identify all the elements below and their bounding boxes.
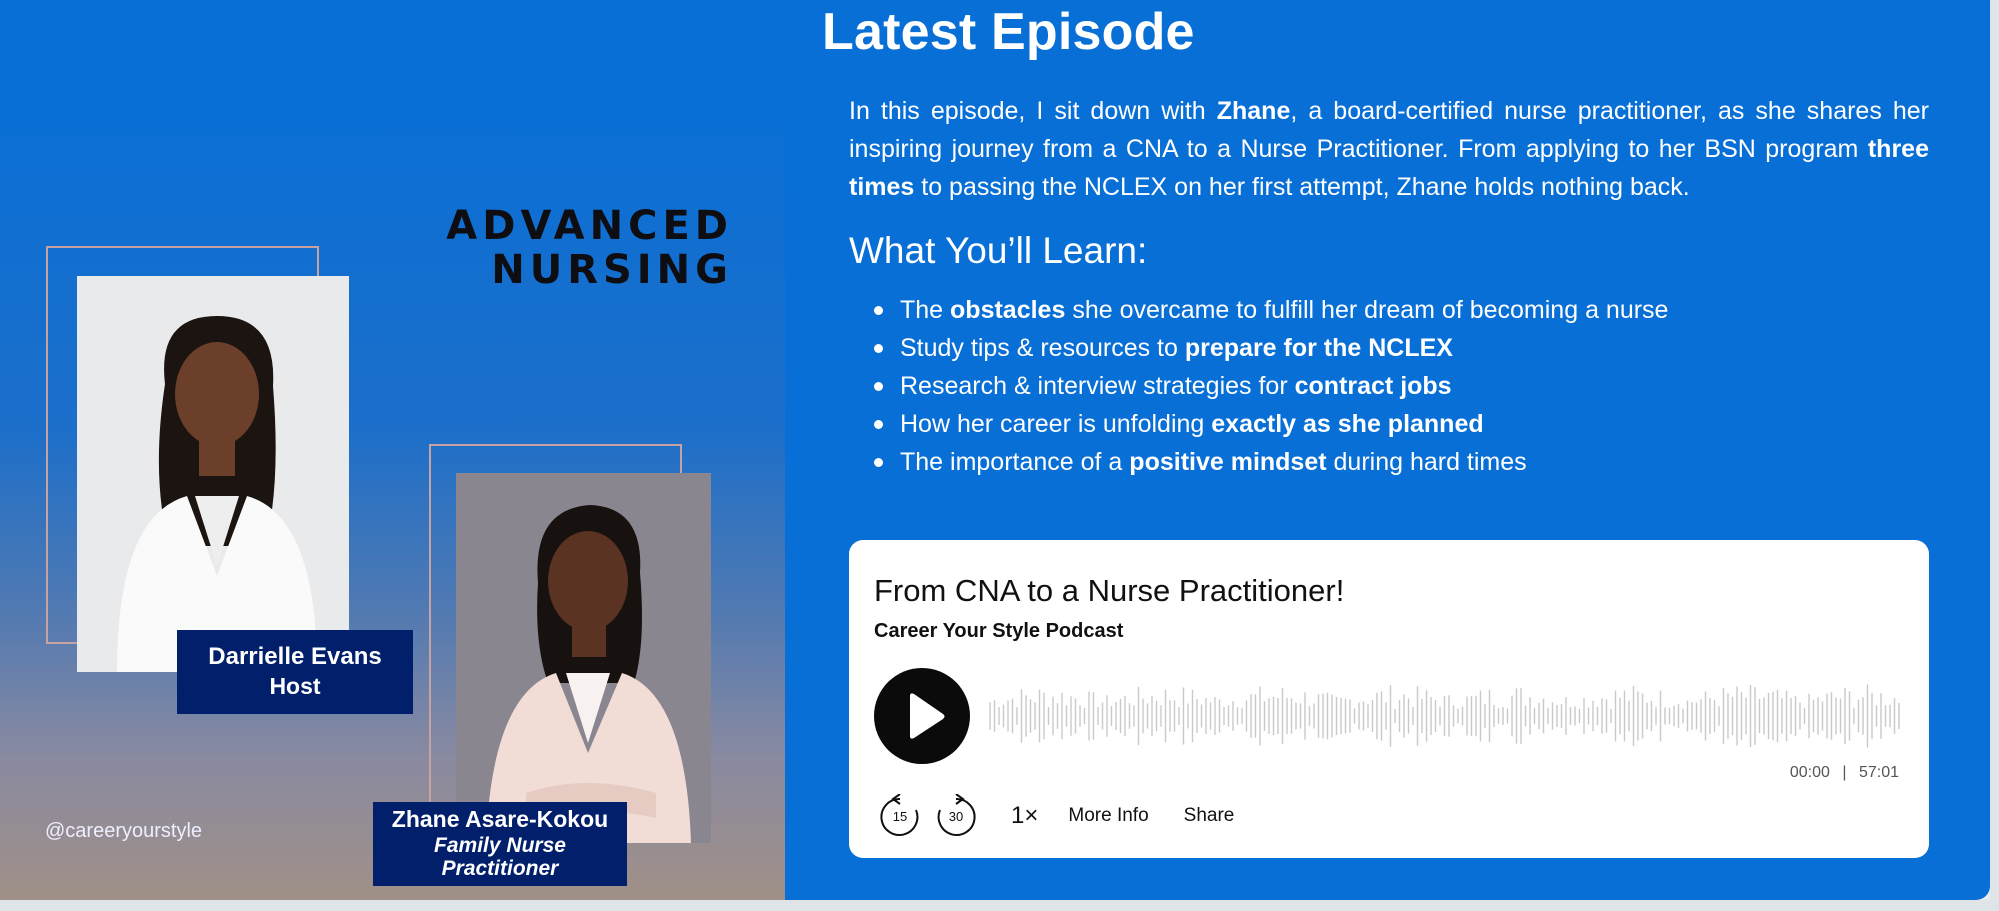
episode-artwork: ADVANCED NURSING Darrielle Evans Host Zh… xyxy=(0,122,785,900)
episode-title: From CNA to a Nurse Practitioner! xyxy=(874,573,1345,608)
learn-item-bold: obstacles xyxy=(950,296,1066,324)
time-separator: | xyxy=(1842,764,1847,781)
description-text-1: In this episode, I sit down with xyxy=(849,97,1217,125)
learn-item: The obstacles she overcame to fulfill he… xyxy=(873,291,1669,329)
learn-item-bold: positive mindset xyxy=(1129,448,1327,476)
artwork-title-line2: NURSING xyxy=(491,247,733,293)
learn-item-text: Study tips & resources to xyxy=(900,334,1185,362)
time-display: 00:00 | 57:01 xyxy=(1790,764,1899,782)
time-current: 00:00 xyxy=(1789,764,1830,781)
guest-role-line1: Family Nurse xyxy=(434,834,566,857)
learn-item-bold: contract jobs xyxy=(1294,372,1452,400)
learn-item: Research & interview strategies for cont… xyxy=(873,367,1668,405)
time-total: 57:01 xyxy=(1858,764,1899,781)
artwork-title: ADVANCED NURSING xyxy=(446,204,733,292)
learn-item-text: during hard times xyxy=(1326,448,1527,476)
learn-item-text: Research & interview strategies for xyxy=(900,372,1295,400)
page-background: Latest Episode ADVANCED NURSING Darriell… xyxy=(0,0,1990,900)
window-edge-bottom xyxy=(0,900,1999,911)
skip-back-seconds: 15 xyxy=(892,809,908,824)
skip-back-button[interactable]: 15 xyxy=(879,793,921,838)
social-handle: @careeryourstyle xyxy=(45,820,203,842)
learn-heading: What You’ll Learn: xyxy=(849,230,1148,271)
artwork-title-line1: ADVANCED xyxy=(446,203,733,249)
episode-description: In this episode, I sit down with Zhane, … xyxy=(849,92,1929,206)
learn-item-text: The xyxy=(900,296,951,324)
more-info-button[interactable]: More Info xyxy=(1068,805,1148,827)
guest-photo xyxy=(456,473,711,843)
show-title[interactable]: Career Your Style Podcast xyxy=(874,620,1123,643)
guest-name-tag: Zhane Asare-Kokou Family Nurse Practitio… xyxy=(373,802,627,886)
learn-item-text: she overcame to fulfill her dream of bec… xyxy=(1065,296,1669,324)
share-button[interactable]: Share xyxy=(1184,805,1235,827)
learn-item: How her career is unfolding exactly as s… xyxy=(873,405,1668,443)
learn-item-text: How her career is unfolding xyxy=(900,410,1212,438)
playback-speed-button[interactable]: 1× xyxy=(1011,802,1038,830)
host-role: Host xyxy=(269,673,321,699)
learn-item-bold: prepare for the NCLEX xyxy=(1184,334,1453,362)
skip-forward-seconds: 30 xyxy=(948,809,964,824)
learn-item-text: The importance of a xyxy=(900,448,1130,476)
podcast-player: From CNA to a Nurse Practitioner! Career… xyxy=(849,540,1929,858)
host-photo xyxy=(77,276,349,672)
waveform-scrubber[interactable] xyxy=(989,680,1905,752)
learn-item: The importance of a positive mindset dur… xyxy=(873,443,1668,481)
player-controls: 15 30 1× More Info Share xyxy=(879,792,1269,840)
window-edge-right xyxy=(1990,0,1999,911)
play-icon xyxy=(910,693,945,739)
learn-item: Study tips & resources to prepare for th… xyxy=(873,329,1668,367)
description-guest: Zhane xyxy=(1216,97,1291,125)
description-text-3: to passing the NCLEX on her first attemp… xyxy=(914,173,1690,201)
learn-item-bold: exactly as she planned xyxy=(1211,410,1484,438)
play-button[interactable] xyxy=(874,668,970,764)
host-name-tag: Darrielle Evans Host xyxy=(177,630,413,714)
guest-name: Zhane Asare-Kokou xyxy=(391,806,609,832)
guest-role-line2: Practitioner xyxy=(441,857,559,880)
learn-list: The obstacles she overcame to fulfill he… xyxy=(873,291,1669,481)
host-name: Darrielle Evans xyxy=(208,643,382,670)
section-title: Latest Episode xyxy=(822,3,1195,61)
skip-forward-button[interactable]: 30 xyxy=(935,793,977,838)
